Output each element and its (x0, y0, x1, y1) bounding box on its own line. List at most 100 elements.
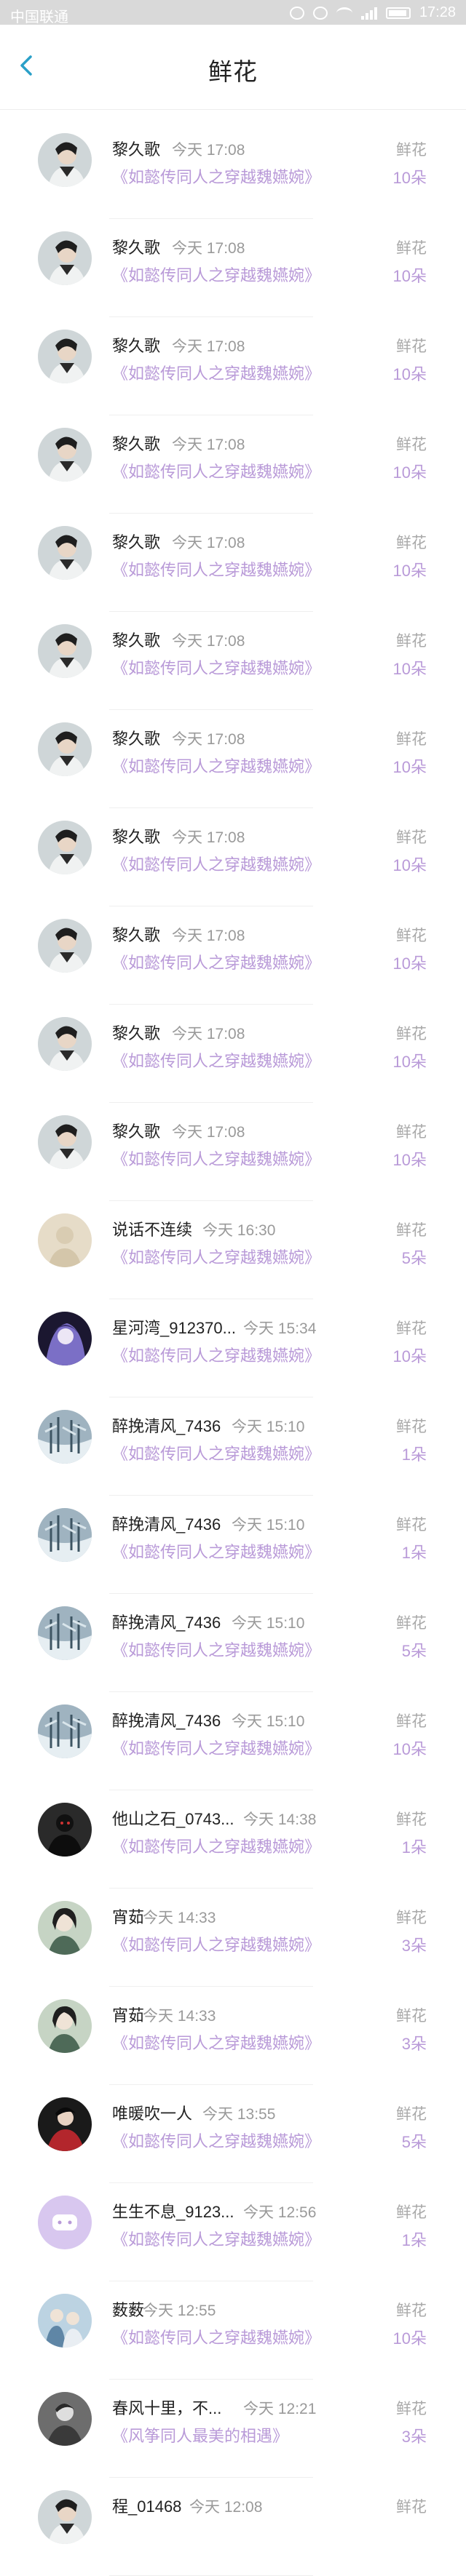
sender-name: 星河湾_912370... (112, 1319, 236, 1337)
gift-type-label: 鲜花 (396, 142, 427, 159)
gift-type-label: 鲜花 (396, 2204, 427, 2221)
book-title-link[interactable]: 《如懿传同人之穿越魏嬿婉》 (112, 1343, 320, 1366)
gift-record-row[interactable]: 宵茹 今天 14:33 《如懿传同人之穿越魏嬿婉》 鲜花 3朵 (0, 1889, 466, 1987)
book-title-link[interactable]: 《如懿传同人之穿越魏嬿婉》 (112, 1834, 320, 1857)
gift-record-row[interactable]: 黎久歌 今天 17:08 《如懿传同人之穿越魏嬿婉》 鲜花 10朵 (0, 514, 466, 612)
gift-record-row[interactable]: 黎久歌 今天 17:08 《如懿传同人之穿越魏嬿婉》 鲜花 10朵 (0, 710, 466, 808)
user-avatar[interactable] (38, 624, 92, 678)
user-avatar[interactable] (38, 1410, 92, 1464)
user-avatar[interactable] (38, 2490, 92, 2544)
gift-record-row[interactable]: 黎久歌 今天 17:08 《如懿传同人之穿越魏嬿婉》 鲜花 10朵 (0, 906, 466, 1005)
gift-record-row[interactable]: 黎久歌 今天 17:08 《如懿传同人之穿越魏嬿婉》 鲜花 10朵 (0, 317, 466, 415)
gift-record-row[interactable]: 黎久歌 今天 17:08 《如懿传同人之穿越魏嬿婉》 鲜花 10朵 (0, 1005, 466, 1103)
gift-record-row[interactable]: 春风十里，不... 今天 12:21 《风筝同人最美的相遇》 鲜花 3朵 (0, 2380, 466, 2478)
book-title-link[interactable]: 《如懿传同人之穿越魏嬿婉》 (112, 2227, 320, 2250)
book-title-link[interactable]: 《如懿传同人之穿越魏嬿婉》 (112, 459, 320, 482)
sender-name: 黎久歌 (112, 533, 161, 551)
user-avatar[interactable] (38, 1999, 92, 2053)
book-title-link[interactable]: 《如懿传同人之穿越魏嬿婉》 (112, 2030, 320, 2054)
book-title-link[interactable]: 《如懿传同人之穿越魏嬿婉》 (112, 754, 320, 777)
book-title-link[interactable]: 《如懿传同人之穿越魏嬿婉》 (112, 164, 320, 188)
gift-count: 10朵 (392, 365, 427, 383)
gift-time: 今天 15:10 (232, 1419, 305, 1435)
book-title-link[interactable]: 《如懿传同人之穿越魏嬿婉》 (112, 1736, 320, 1759)
gift-count: 5朵 (401, 1642, 427, 1660)
book-title-link[interactable]: 《如懿传同人之穿越魏嬿婉》 (112, 1245, 320, 1268)
book-title-link[interactable]: 《如懿传同人之穿越魏嬿婉》 (112, 852, 320, 875)
gift-record-row[interactable]: 唯暖吹一人 今天 13:55 《如懿传同人之穿越魏嬿婉》 鲜花 5朵 (0, 2085, 466, 2183)
user-avatar[interactable] (38, 1312, 92, 1365)
gift-record-row[interactable]: 星河湾_912370... 今天 15:34 《如懿传同人之穿越魏嬿婉》 鲜花 10朵 (0, 1299, 466, 1397)
gift-record-row[interactable]: 他山之石_0743... 今天 14:38 《如懿传同人之穿越魏嬿婉》 鲜花 1朵 (0, 1790, 466, 1889)
gift-record-row[interactable]: 黎久歌 今天 17:08 《如懿传同人之穿越魏嬿婉》 鲜花 10朵 (0, 1103, 466, 1201)
gift-count: 10朵 (392, 1053, 427, 1071)
gift-record-row[interactable]: 醉挽清风_7436 今天 15:10 《如懿传同人之穿越魏嬿婉》 鲜花 1朵 (0, 1496, 466, 1594)
sender-name: 唯暖吹一人 (112, 2105, 193, 2123)
book-title-link[interactable]: 《如懿传同人之穿越魏嬿婉》 (112, 1441, 320, 1464)
user-avatar[interactable] (38, 1017, 92, 1071)
gift-time: 今天 14:33 (143, 2008, 216, 2025)
user-avatar[interactable] (38, 231, 92, 285)
book-title-link[interactable]: 《风筝同人最美的相遇》 (112, 2423, 288, 2447)
gift-record-row[interactable]: 醉挽清风_7436 今天 15:10 《如懿传同人之穿越魏嬿婉》 鲜花 1朵 (0, 1397, 466, 1496)
gift-record-row[interactable]: 薮薮 今天 12:55 《如懿传同人之穿越魏嬿婉》 鲜花 10朵 (0, 2281, 466, 2380)
user-avatar[interactable] (38, 1704, 92, 1758)
book-title-link[interactable]: 《如懿传同人之穿越魏嬿婉》 (112, 2129, 320, 2152)
user-avatar[interactable] (38, 2294, 92, 2348)
status-icons: 17:28 (289, 4, 456, 21)
sender-name: 黎久歌 (112, 140, 161, 159)
gift-count: 3朵 (401, 2035, 427, 2053)
alarm-icon (289, 6, 304, 20)
gift-record-row[interactable]: 程_01468 今天 12:08 鲜花 (0, 2478, 466, 2576)
gift-record-row[interactable]: 醉挽清风_7436 今天 15:10 《如懿传同人之穿越魏嬿婉》 鲜花 5朵 (0, 1594, 466, 1692)
user-avatar[interactable] (38, 1115, 92, 1169)
gift-record-row[interactable]: 生生不息_9123... 今天 12:56 《如懿传同人之穿越魏嬿婉》 鲜花 1朵 (0, 2183, 466, 2281)
gift-record-row[interactable]: 醉挽清风_7436 今天 15:10 《如懿传同人之穿越魏嬿婉》 鲜花 10朵 (0, 1692, 466, 1790)
book-title-link[interactable]: 《如懿传同人之穿越魏嬿婉》 (112, 2325, 320, 2348)
gift-type-label: 鲜花 (396, 633, 427, 650)
book-title-link[interactable]: 《如懿传同人之穿越魏嬿婉》 (112, 557, 320, 581)
book-title-link[interactable]: 《如懿传同人之穿越魏嬿婉》 (112, 1048, 320, 1072)
book-title-link[interactable]: 《如懿传同人之穿越魏嬿婉》 (112, 361, 320, 384)
user-avatar[interactable] (38, 526, 92, 580)
gift-record-row[interactable]: 黎久歌 今天 17:08 《如懿传同人之穿越魏嬿婉》 鲜花 10朵 (0, 219, 466, 317)
book-title-link[interactable]: 《如懿传同人之穿越魏嬿婉》 (112, 1932, 320, 1955)
user-avatar[interactable] (38, 2196, 92, 2249)
book-title-link[interactable]: 《如懿传同人之穿越魏嬿婉》 (112, 1638, 320, 1661)
book-title-link[interactable]: 《如懿传同人之穿越魏嬿婉》 (112, 263, 320, 286)
gift-type-label: 鲜花 (396, 1419, 427, 1435)
user-avatar[interactable] (38, 919, 92, 973)
user-avatar[interactable] (38, 722, 92, 776)
user-avatar[interactable] (38, 330, 92, 383)
user-avatar[interactable] (38, 821, 92, 874)
user-avatar[interactable] (38, 1508, 92, 1562)
book-title-link[interactable]: 《如懿传同人之穿越魏嬿婉》 (112, 655, 320, 679)
user-avatar[interactable] (38, 1213, 92, 1267)
signal-icon (360, 7, 377, 20)
user-avatar[interactable] (38, 428, 92, 482)
gift-record-row[interactable]: 黎久歌 今天 17:08 《如懿传同人之穿越魏嬿婉》 鲜花 10朵 (0, 612, 466, 710)
gift-type-label: 鲜花 (396, 829, 427, 846)
sender-name: 薮薮 (112, 2301, 145, 2319)
gift-count: 1朵 (401, 1838, 427, 1857)
user-avatar[interactable] (38, 1606, 92, 1660)
book-title-link[interactable]: 《如懿传同人之穿越魏嬿婉》 (112, 950, 320, 973)
gift-record-row[interactable]: 说话不连续 今天 16:30 《如懿传同人之穿越魏嬿婉》 鲜花 5朵 (0, 1201, 466, 1299)
gift-count: 10朵 (392, 660, 427, 678)
book-title-link[interactable]: 《如懿传同人之穿越魏嬿婉》 (112, 1539, 320, 1563)
user-avatar[interactable] (38, 2392, 92, 2446)
gift-time: 今天 17:08 (172, 338, 245, 355)
book-title-link[interactable]: 《如懿传同人之穿越魏嬿婉》 (112, 1147, 320, 1170)
gift-record-row[interactable]: 宵茹 今天 14:33 《如懿传同人之穿越魏嬿婉》 鲜花 3朵 (0, 1987, 466, 2085)
user-avatar[interactable] (38, 1803, 92, 1857)
user-avatar[interactable] (38, 133, 92, 187)
gift-record-row[interactable]: 黎久歌 今天 17:08 《如懿传同人之穿越魏嬿婉》 鲜花 10朵 (0, 415, 466, 514)
user-avatar[interactable] (38, 1901, 92, 1955)
gift-time: 今天 14:38 (243, 1811, 317, 1828)
gift-record-row[interactable]: 黎久歌 今天 17:08 《如懿传同人之穿越魏嬿婉》 鲜花 10朵 (0, 121, 466, 219)
sender-name: 黎久歌 (112, 828, 161, 846)
status-bar: 中国联通 17:28 (0, 0, 466, 25)
gift-type-label: 鲜花 (396, 1222, 427, 1239)
gift-record-row[interactable]: 黎久歌 今天 17:08 《如懿传同人之穿越魏嬿婉》 鲜花 10朵 (0, 808, 466, 906)
user-avatar[interactable] (38, 2097, 92, 2151)
